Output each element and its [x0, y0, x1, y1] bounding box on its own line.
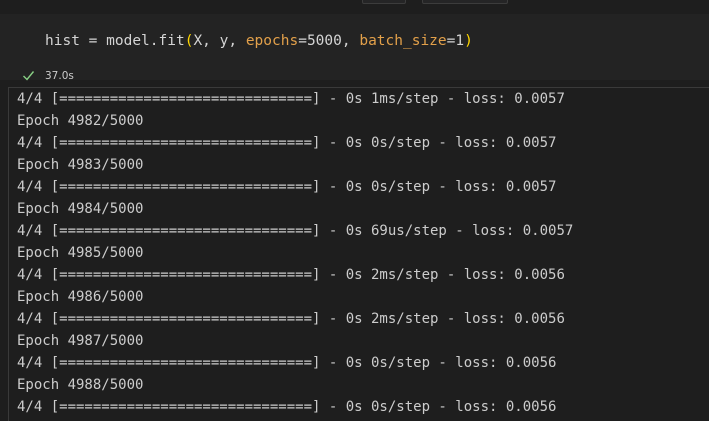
output-line: 4/4 [==============================] - 0… — [17, 91, 565, 107]
output-line: Epoch 4988/5000 — [17, 377, 144, 393]
toolbar-button[interactable] — [362, 0, 406, 4]
output-line: 4/4 [==============================] - 0… — [17, 355, 557, 371]
code-close-paren: ) — [464, 33, 473, 49]
output-line: Epoch 4985/5000 — [17, 245, 144, 261]
code-kwarg-epochs: epochs — [245, 33, 299, 49]
execution-status: 37.0s — [22, 69, 74, 82]
output-line: Epoch 4984/5000 — [17, 201, 144, 217]
output-line: 4/4 [==============================] - 0… — [17, 135, 557, 151]
code-line[interactable]: hist = model.fit(X, y, epochs=5000, batc… — [45, 33, 473, 49]
output-line: 4/4 [==============================] - 0… — [17, 179, 557, 195]
output-line: 4/4 [==============================] - 0… — [17, 399, 557, 415]
output-line: 4/4 [==============================] - 0… — [17, 311, 565, 327]
output-line: Epoch 4986/5000 — [17, 289, 144, 305]
output-line: 4/4 [==============================] - 0… — [17, 267, 565, 283]
code-kwarg-batch-size: batch_size — [359, 33, 447, 49]
code-sep: , — [341, 33, 360, 49]
toolbar-button[interactable] — [422, 0, 508, 4]
code-variable: hist — [45, 33, 80, 49]
code-call: model.fit — [106, 33, 185, 49]
output-line: Epoch 4982/5000 — [17, 113, 144, 129]
code-value-batch-size: 1 — [455, 33, 465, 49]
check-icon — [23, 71, 35, 81]
top-toolbar-strip — [0, 0, 709, 4]
output-line: 4/4 [==============================] - 0… — [17, 223, 574, 239]
code-eq: = — [298, 33, 307, 49]
output-line: Epoch 4987/5000 — [17, 333, 144, 349]
code-value-epochs: 5000 — [306, 33, 342, 49]
code-assign: = — [79, 33, 107, 49]
code-cell[interactable]: hist = model.fit(X, y, epochs=5000, batc… — [0, 14, 709, 82]
output-line: Epoch 4983/5000 — [17, 157, 144, 173]
code-args: X, y, — [193, 33, 246, 49]
output-area[interactable]: 4/4 [==============================] - 0… — [8, 87, 709, 421]
execution-time: 37.0s — [45, 69, 74, 82]
